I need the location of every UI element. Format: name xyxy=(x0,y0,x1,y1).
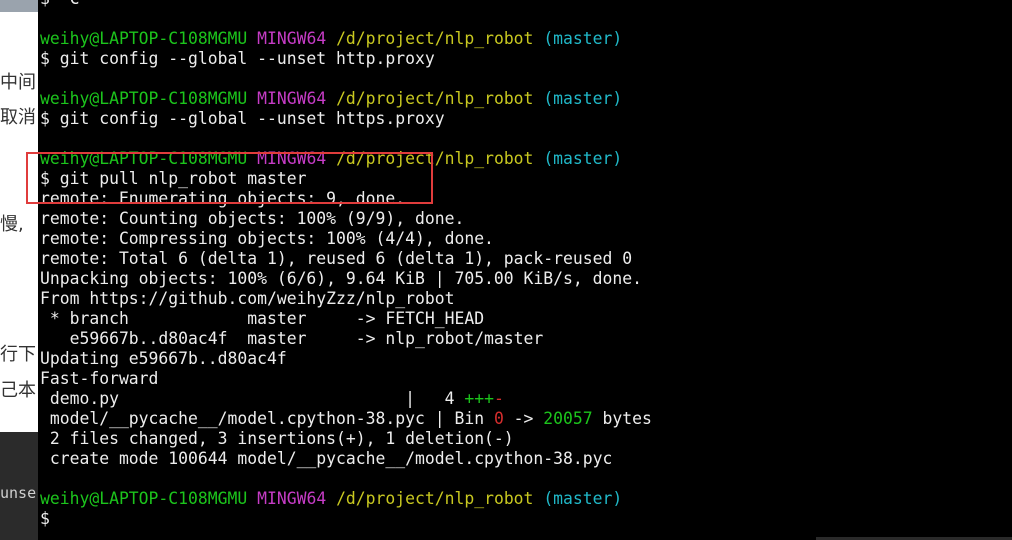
prompt-line: weihy@LAPTOP-C108MGMU MINGW64 /d/project… xyxy=(40,89,1012,109)
prompt-branch: (master) xyxy=(543,89,623,108)
command-input-line[interactable]: $ xyxy=(40,509,1012,529)
prompt-line: weihy@LAPTOP-C108MGMU MINGW64 /d/project… xyxy=(40,489,1012,509)
command-line: $ git config --global --unset http.proxy xyxy=(40,49,435,68)
diffstat-unit: bytes xyxy=(592,409,652,428)
background-top-strip xyxy=(0,0,40,12)
prompt-line: weihy@LAPTOP-C108MGMU MINGW64 /d/project… xyxy=(40,29,1012,49)
background-text-fragment: 取消 xyxy=(0,107,36,128)
prompt-branch: (master) xyxy=(543,489,623,508)
prompt-user-host: weihy@LAPTOP-C108MGMU xyxy=(40,29,248,48)
output-line: remote: Counting objects: 100% (9/9), do… xyxy=(40,209,465,228)
highlight-annotation-box xyxy=(26,152,433,204)
output-line: Unpacking objects: 100% (6/6), 9.64 KiB … xyxy=(40,269,642,288)
prompt-branch: (master) xyxy=(543,149,623,168)
output-line: remote: Compressing objects: 100% (4/4),… xyxy=(40,229,494,248)
background-text-fragment: 中间 xyxy=(0,72,36,93)
diffstat-insertions: +++ xyxy=(464,389,494,408)
prompt-branch: (master) xyxy=(543,29,623,48)
prompt-env: MINGW64 xyxy=(257,89,327,108)
prompt-path: /d/project/nlp_robot xyxy=(336,489,534,508)
diffstat-new-size: 20057 xyxy=(543,409,593,428)
output-line: From https://github.com/weihyZzz/nlp_rob… xyxy=(40,289,455,308)
command-line: $ git config --global --unset https.prox… xyxy=(40,109,445,128)
diffstat-summary: 2 files changed, 3 insertions(+), 1 dele… xyxy=(40,429,514,448)
prompt-env: MINGW64 xyxy=(257,29,327,48)
prompt-user-host: weihy@LAPTOP-C108MGMU xyxy=(40,89,248,108)
output-line: Fast-forward xyxy=(40,369,159,388)
output-line: * branch master -> FETCH_HEAD xyxy=(40,309,485,328)
background-code-block: unse xyxy=(0,432,40,540)
diffstat-arrow: -> xyxy=(503,409,544,428)
diffstat-line: demo.py | 4 +++- xyxy=(40,389,1012,409)
diffstat-deletions: - xyxy=(493,389,504,408)
terminal-output: $ ^C weihy@LAPTOP-C108MGMU MINGW64 /d/pr… xyxy=(40,0,1012,529)
diffstat-file: model/__pycache__/model.cpython-38.pyc |… xyxy=(40,409,494,428)
diffstat-old-size: 0 xyxy=(493,409,504,428)
terminal-window[interactable]: $ ^C weihy@LAPTOP-C108MGMU MINGW64 /d/pr… xyxy=(38,0,1012,540)
prompt-env: MINGW64 xyxy=(257,489,327,508)
diffstat-file: demo.py | 4 xyxy=(40,389,465,408)
prompt-user-host: weihy@LAPTOP-C108MGMU xyxy=(40,489,248,508)
prompt-path: /d/project/nlp_robot xyxy=(336,89,534,108)
diffstat-line: model/__pycache__/model.cpython-38.pyc |… xyxy=(40,409,1012,429)
output-line: e59667b..d80ac4f master -> nlp_robot/mas… xyxy=(40,329,544,348)
output-line: remote: Total 6 (delta 1), reused 6 (del… xyxy=(40,249,633,268)
background-code-fragment: unse xyxy=(0,484,37,502)
output-line: Updating e59667b..d80ac4f xyxy=(40,349,287,368)
background-text-fragment: 行下 xyxy=(0,344,36,365)
terminal-line: $ ^C xyxy=(40,0,1012,9)
prompt-path: /d/project/nlp_robot xyxy=(336,29,534,48)
background-text-fragment: 慢, xyxy=(0,214,24,235)
background-article-page: 中间 取消 慢, 行下 己本 unse xyxy=(0,0,40,540)
background-text-fragment: 己本 xyxy=(0,380,36,401)
create-mode-line: create mode 100644 model/__pycache__/mod… xyxy=(40,449,613,468)
